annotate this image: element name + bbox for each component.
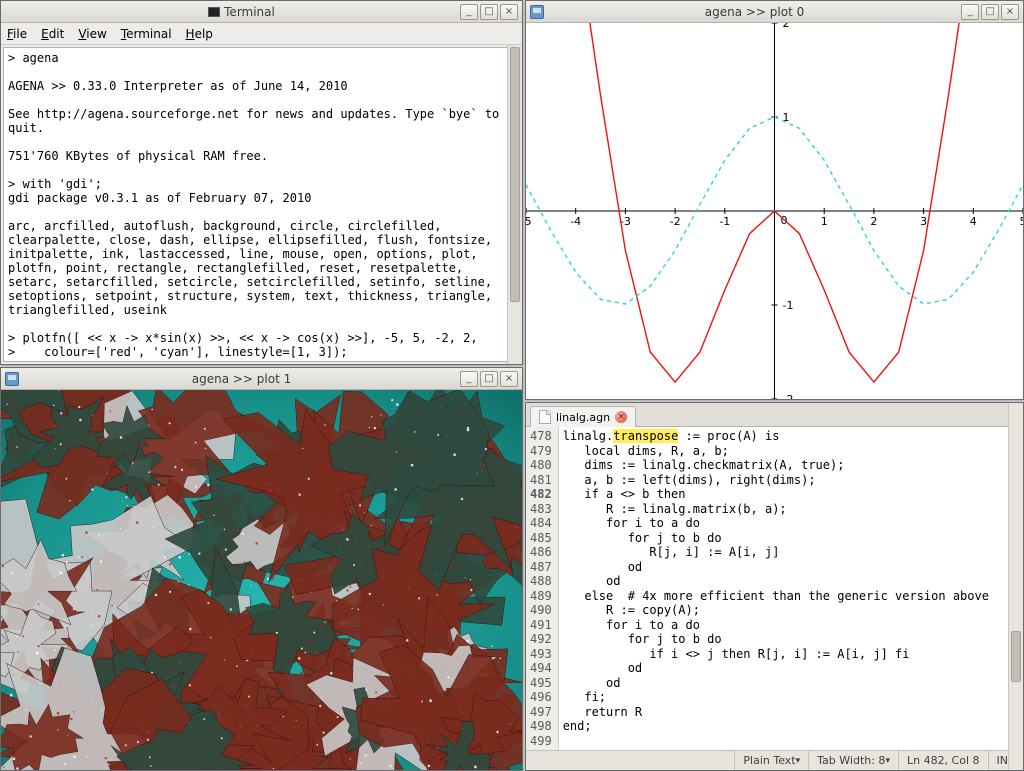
close-button[interactable]: ×	[1001, 4, 1019, 20]
svg-text:-2: -2	[670, 215, 681, 228]
menu-view[interactable]: View	[78, 27, 106, 41]
menu-help[interactable]: Help	[186, 27, 213, 41]
minimize-button[interactable]: _	[961, 4, 979, 20]
menu-file[interactable]: File	[7, 27, 27, 41]
terminal-scrollbar[interactable]	[507, 45, 522, 364]
close-button[interactable]: ×	[500, 4, 518, 20]
plot0-canvas: -5-4-3-2-112345-2-1120	[526, 23, 1023, 399]
status-tabwidth[interactable]: Tab Width: 8	[808, 751, 898, 770]
editor-statusbar: Plain Text Tab Width: 8 Ln 482, Col 8 IN…	[526, 750, 1023, 770]
svg-text:1: 1	[783, 111, 790, 124]
terminal-window: Terminal _ □ × File Edit View Terminal H…	[0, 0, 523, 365]
terminal-title: Terminal	[224, 5, 275, 19]
svg-text:-1: -1	[783, 299, 794, 312]
app-icon	[5, 372, 19, 386]
svg-text:1: 1	[821, 215, 828, 228]
editor-tabstrip: linalg.agn ×	[526, 403, 1023, 427]
status-position[interactable]: Ln 482, Col 8	[898, 751, 988, 770]
svg-text:-2: -2	[783, 393, 794, 399]
fractal-canvas	[1, 390, 522, 770]
minimize-button[interactable]: _	[460, 4, 478, 20]
plot0-svg: -5-4-3-2-112345-2-1120	[526, 23, 1023, 399]
tab-filename: linalg.agn	[556, 411, 610, 424]
svg-text:4: 4	[970, 215, 977, 228]
plot0-window: agena >> plot 0 _ □ × -5-4-3-2-112345-2-…	[525, 0, 1024, 400]
menu-edit[interactable]: Edit	[41, 27, 64, 41]
minimize-button[interactable]: _	[460, 371, 478, 387]
plot0-title: agena >> plot 0	[548, 5, 961, 19]
menu-terminal[interactable]: Terminal	[121, 27, 172, 41]
maximize-button[interactable]: □	[480, 371, 498, 387]
line-number-gutter: 4784794804814824834844854864874884894904…	[526, 427, 559, 750]
maximize-button[interactable]: □	[480, 4, 498, 20]
svg-text:-1: -1	[719, 215, 730, 228]
svg-text:-5: -5	[526, 215, 531, 228]
terminal-titlebar[interactable]: Terminal _ □ ×	[1, 1, 522, 23]
svg-text:5: 5	[1020, 215, 1024, 228]
plot1-titlebar[interactable]: agena >> plot 1 _ □ ×	[1, 368, 522, 390]
editor-tab[interactable]: linalg.agn ×	[530, 406, 636, 427]
svg-text:2: 2	[870, 215, 877, 228]
close-button[interactable]: ×	[500, 371, 518, 387]
maximize-button[interactable]: □	[981, 4, 999, 20]
document-icon	[539, 410, 551, 424]
svg-text:3: 3	[920, 215, 927, 228]
plot1-window: agena >> plot 1 _ □ ×	[0, 367, 523, 771]
terminal-menubar: File Edit View Terminal Help	[1, 23, 522, 45]
tab-close-icon[interactable]: ×	[615, 411, 627, 423]
app-icon	[530, 5, 544, 19]
editor-body[interactable]: 4784794804814824834844854864874884894904…	[526, 427, 1023, 750]
editor-window: linalg.agn × 478479480481482483484485486…	[525, 402, 1024, 771]
editor-scrollbar[interactable]	[1008, 427, 1023, 750]
status-syntax[interactable]: Plain Text	[734, 751, 808, 770]
plot1-title: agena >> plot 1	[23, 372, 460, 386]
svg-text:2: 2	[783, 23, 790, 30]
terminal-output[interactable]: > agena AGENA >> 0.33.0 Interpreter as o…	[3, 47, 520, 362]
plot0-titlebar[interactable]: agena >> plot 0 _ □ ×	[526, 1, 1023, 23]
code-area[interactable]: linalg.transpose := proc(A) is local dim…	[559, 427, 1023, 750]
svg-text:-4: -4	[570, 215, 581, 228]
